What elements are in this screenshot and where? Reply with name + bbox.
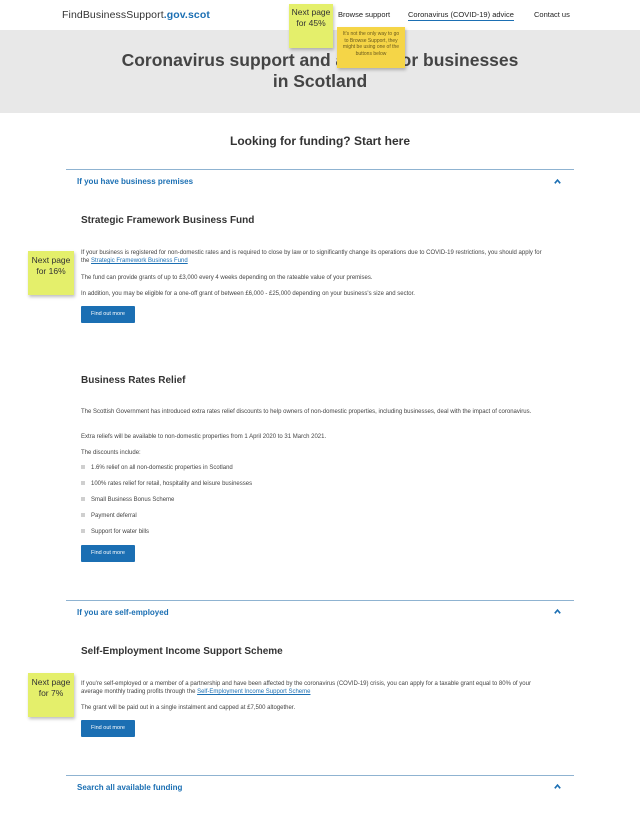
card-title-seiss: Self-Employment Income Support Scheme <box>81 646 283 657</box>
rates-relief-discounts: The discounts include: <box>81 450 141 456</box>
list-item: Small Business Bonus Scheme <box>81 497 174 503</box>
logo-tld: .gov.scot <box>163 9 210 21</box>
chevron-up-icon[interactable] <box>553 782 562 791</box>
page-title: Coronavirus support and advice for busin… <box>121 50 519 91</box>
seiss-link[interactable]: Self-Employment Income Support Scheme <box>197 689 310 695</box>
find-out-more-button[interactable]: Find out more <box>81 545 135 562</box>
list-item-text: Payment deferral <box>91 513 137 519</box>
accordion-divider <box>66 600 574 601</box>
list-item: Support for water bills <box>81 529 149 535</box>
logo-main: FindBusinessSupport <box>62 9 164 21</box>
accordion-search-funding[interactable]: Search all available funding <box>77 783 182 792</box>
bullet-icon <box>81 465 85 470</box>
sticky-note-explanation: It's not the only way to go to Browse Su… <box>337 27 405 68</box>
seiss-payment: The grant will be paid out in a single i… <box>81 705 296 711</box>
strategic-fund-link[interactable]: Strategic Framework Business Fund <box>91 258 188 264</box>
strategic-fund-amount: The fund can provide grants of up to £3,… <box>81 275 373 281</box>
list-item: 100% rates relief for retail, hospitalit… <box>81 481 252 487</box>
list-item-text: 1.6% relief on all non-domestic properti… <box>91 465 233 471</box>
site-logo[interactable]: FindBusinessSupport.gov.scot <box>62 9 210 21</box>
nav-browse-support[interactable]: Browse support <box>338 10 390 19</box>
nav-contact-us[interactable]: Contact us <box>534 10 570 19</box>
chevron-up-icon[interactable] <box>553 607 562 616</box>
bullet-icon <box>81 497 85 502</box>
bullet-icon <box>81 481 85 486</box>
accordion-self-employed[interactable]: If you are self-employed <box>77 608 169 617</box>
sticky-note-bottom: Next page for 7% <box>28 673 74 717</box>
accordion-divider <box>66 169 574 170</box>
find-out-more-button[interactable]: Find out more <box>81 306 135 323</box>
sticky-note-top: Next page for 45% <box>289 4 333 48</box>
chevron-up-icon[interactable] <box>553 177 562 186</box>
strategic-fund-extra: In addition, you may be eligible for a o… <box>81 291 415 297</box>
list-item-text: Small Business Bonus Scheme <box>91 497 175 503</box>
list-item: Payment deferral <box>81 513 137 519</box>
rates-relief-intro: The Scottish Government has introduced e… <box>81 409 532 415</box>
accordion-premises[interactable]: If you have business premises <box>77 177 193 186</box>
sticky-note-mid: Next page for 16% <box>28 251 74 295</box>
list-item: 1.6% relief on all non-domestic properti… <box>81 465 233 471</box>
seiss-intro: If you're self-employed or a member of a… <box>81 680 551 696</box>
funding-heading: Looking for funding? Start here <box>230 134 410 148</box>
accordion-divider <box>66 775 574 776</box>
card-title-strategic-fund: Strategic Framework Business Fund <box>81 215 255 226</box>
find-out-more-button[interactable]: Find out more <box>81 720 135 737</box>
list-item-text: Support for water bills <box>91 529 150 535</box>
rates-relief-dates: Extra reliefs will be available to non-d… <box>81 434 327 440</box>
list-item-text: 100% rates relief for retail, hospitalit… <box>91 481 253 487</box>
nav-coronavirus-advice[interactable]: Coronavirus (COVID-19) advice <box>408 10 514 21</box>
bullet-icon <box>81 529 85 534</box>
bullet-icon <box>81 513 85 518</box>
strategic-fund-intro: If your business is registered for non-d… <box>81 249 551 265</box>
card-title-rates-relief: Business Rates Relief <box>81 375 186 386</box>
